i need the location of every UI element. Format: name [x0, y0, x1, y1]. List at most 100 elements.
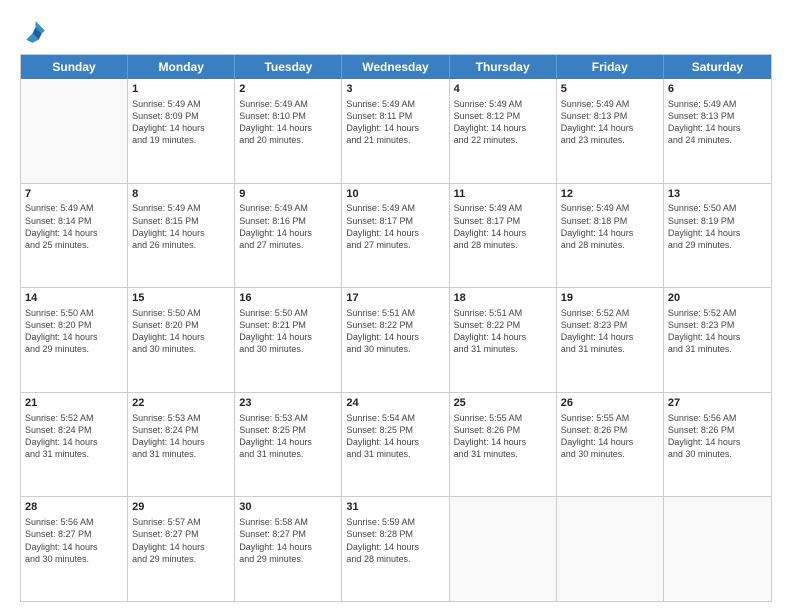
day-number: 9	[239, 187, 337, 202]
cal-cell: 2Sunrise: 5:49 AM Sunset: 8:10 PM Daylig…	[235, 79, 342, 183]
day-info: Sunrise: 5:53 AM Sunset: 8:25 PM Dayligh…	[239, 412, 337, 461]
day-info: Sunrise: 5:49 AM Sunset: 8:13 PM Dayligh…	[561, 98, 659, 147]
cal-cell: 28Sunrise: 5:56 AM Sunset: 8:27 PM Dayli…	[21, 497, 128, 601]
cal-cell	[21, 79, 128, 183]
cal-cell: 20Sunrise: 5:52 AM Sunset: 8:23 PM Dayli…	[664, 288, 771, 392]
day-number: 15	[132, 291, 230, 306]
day-info: Sunrise: 5:49 AM Sunset: 8:17 PM Dayligh…	[454, 202, 552, 251]
day-info: Sunrise: 5:49 AM Sunset: 8:15 PM Dayligh…	[132, 202, 230, 251]
day-number: 17	[346, 291, 444, 306]
day-info: Sunrise: 5:52 AM Sunset: 8:24 PM Dayligh…	[25, 412, 123, 461]
cal-cell	[450, 497, 557, 601]
day-number: 5	[561, 82, 659, 97]
day-info: Sunrise: 5:55 AM Sunset: 8:26 PM Dayligh…	[454, 412, 552, 461]
cal-row-2: 7Sunrise: 5:49 AM Sunset: 8:14 PM Daylig…	[21, 184, 771, 289]
day-info: Sunrise: 5:49 AM Sunset: 8:14 PM Dayligh…	[25, 202, 123, 251]
day-number: 16	[239, 291, 337, 306]
cal-cell: 23Sunrise: 5:53 AM Sunset: 8:25 PM Dayli…	[235, 393, 342, 497]
day-number: 31	[346, 500, 444, 515]
calendar: SundayMondayTuesdayWednesdayThursdayFrid…	[20, 54, 772, 602]
day-number: 26	[561, 396, 659, 411]
day-number: 6	[668, 82, 767, 97]
day-info: Sunrise: 5:49 AM Sunset: 8:09 PM Dayligh…	[132, 98, 230, 147]
day-info: Sunrise: 5:51 AM Sunset: 8:22 PM Dayligh…	[454, 307, 552, 356]
logo-icon	[20, 18, 48, 46]
cal-cell: 29Sunrise: 5:57 AM Sunset: 8:27 PM Dayli…	[128, 497, 235, 601]
day-info: Sunrise: 5:50 AM Sunset: 8:21 PM Dayligh…	[239, 307, 337, 356]
day-number: 20	[668, 291, 767, 306]
cal-cell: 19Sunrise: 5:52 AM Sunset: 8:23 PM Dayli…	[557, 288, 664, 392]
cal-cell	[557, 497, 664, 601]
cal-cell: 31Sunrise: 5:59 AM Sunset: 8:28 PM Dayli…	[342, 497, 449, 601]
day-number: 12	[561, 187, 659, 202]
day-info: Sunrise: 5:59 AM Sunset: 8:28 PM Dayligh…	[346, 516, 444, 565]
cal-cell: 1Sunrise: 5:49 AM Sunset: 8:09 PM Daylig…	[128, 79, 235, 183]
day-number: 27	[668, 396, 767, 411]
cal-cell: 5Sunrise: 5:49 AM Sunset: 8:13 PM Daylig…	[557, 79, 664, 183]
day-number: 30	[239, 500, 337, 515]
calendar-header: SundayMondayTuesdayWednesdayThursdayFrid…	[21, 55, 771, 79]
day-number: 25	[454, 396, 552, 411]
day-info: Sunrise: 5:57 AM Sunset: 8:27 PM Dayligh…	[132, 516, 230, 565]
cal-cell: 22Sunrise: 5:53 AM Sunset: 8:24 PM Dayli…	[128, 393, 235, 497]
header-day-thursday: Thursday	[450, 55, 557, 79]
day-number: 8	[132, 187, 230, 202]
cal-row-4: 21Sunrise: 5:52 AM Sunset: 8:24 PM Dayli…	[21, 393, 771, 498]
cal-row-5: 28Sunrise: 5:56 AM Sunset: 8:27 PM Dayli…	[21, 497, 771, 601]
day-info: Sunrise: 5:49 AM Sunset: 8:13 PM Dayligh…	[668, 98, 767, 147]
logo	[20, 18, 52, 46]
day-info: Sunrise: 5:50 AM Sunset: 8:19 PM Dayligh…	[668, 202, 767, 251]
cal-cell: 9Sunrise: 5:49 AM Sunset: 8:16 PM Daylig…	[235, 184, 342, 288]
cal-cell: 25Sunrise: 5:55 AM Sunset: 8:26 PM Dayli…	[450, 393, 557, 497]
day-number: 11	[454, 187, 552, 202]
day-info: Sunrise: 5:56 AM Sunset: 8:26 PM Dayligh…	[668, 412, 767, 461]
cal-cell: 21Sunrise: 5:52 AM Sunset: 8:24 PM Dayli…	[21, 393, 128, 497]
cal-cell: 4Sunrise: 5:49 AM Sunset: 8:12 PM Daylig…	[450, 79, 557, 183]
day-info: Sunrise: 5:50 AM Sunset: 8:20 PM Dayligh…	[25, 307, 123, 356]
header-day-saturday: Saturday	[664, 55, 771, 79]
cal-row-1: 1Sunrise: 5:49 AM Sunset: 8:09 PM Daylig…	[21, 79, 771, 184]
day-number: 1	[132, 82, 230, 97]
calendar-body: 1Sunrise: 5:49 AM Sunset: 8:09 PM Daylig…	[21, 79, 771, 601]
day-info: Sunrise: 5:49 AM Sunset: 8:17 PM Dayligh…	[346, 202, 444, 251]
cal-cell: 16Sunrise: 5:50 AM Sunset: 8:21 PM Dayli…	[235, 288, 342, 392]
cal-row-3: 14Sunrise: 5:50 AM Sunset: 8:20 PM Dayli…	[21, 288, 771, 393]
cal-cell: 17Sunrise: 5:51 AM Sunset: 8:22 PM Dayli…	[342, 288, 449, 392]
cal-cell: 12Sunrise: 5:49 AM Sunset: 8:18 PM Dayli…	[557, 184, 664, 288]
day-info: Sunrise: 5:56 AM Sunset: 8:27 PM Dayligh…	[25, 516, 123, 565]
day-info: Sunrise: 5:55 AM Sunset: 8:26 PM Dayligh…	[561, 412, 659, 461]
header-day-friday: Friday	[557, 55, 664, 79]
cal-cell: 26Sunrise: 5:55 AM Sunset: 8:26 PM Dayli…	[557, 393, 664, 497]
cal-cell: 18Sunrise: 5:51 AM Sunset: 8:22 PM Dayli…	[450, 288, 557, 392]
cal-cell: 15Sunrise: 5:50 AM Sunset: 8:20 PM Dayli…	[128, 288, 235, 392]
cal-cell: 30Sunrise: 5:58 AM Sunset: 8:27 PM Dayli…	[235, 497, 342, 601]
day-info: Sunrise: 5:49 AM Sunset: 8:16 PM Dayligh…	[239, 202, 337, 251]
day-info: Sunrise: 5:51 AM Sunset: 8:22 PM Dayligh…	[346, 307, 444, 356]
day-number: 14	[25, 291, 123, 306]
cal-cell: 10Sunrise: 5:49 AM Sunset: 8:17 PM Dayli…	[342, 184, 449, 288]
cal-cell: 3Sunrise: 5:49 AM Sunset: 8:11 PM Daylig…	[342, 79, 449, 183]
cal-cell: 8Sunrise: 5:49 AM Sunset: 8:15 PM Daylig…	[128, 184, 235, 288]
day-info: Sunrise: 5:49 AM Sunset: 8:18 PM Dayligh…	[561, 202, 659, 251]
cal-cell: 7Sunrise: 5:49 AM Sunset: 8:14 PM Daylig…	[21, 184, 128, 288]
header	[20, 18, 772, 46]
day-number: 23	[239, 396, 337, 411]
day-number: 22	[132, 396, 230, 411]
cal-cell: 14Sunrise: 5:50 AM Sunset: 8:20 PM Dayli…	[21, 288, 128, 392]
header-day-wednesday: Wednesday	[342, 55, 449, 79]
day-number: 29	[132, 500, 230, 515]
day-info: Sunrise: 5:49 AM Sunset: 8:11 PM Dayligh…	[346, 98, 444, 147]
day-number: 18	[454, 291, 552, 306]
cal-cell	[664, 497, 771, 601]
day-info: Sunrise: 5:52 AM Sunset: 8:23 PM Dayligh…	[561, 307, 659, 356]
day-number: 3	[346, 82, 444, 97]
day-info: Sunrise: 5:49 AM Sunset: 8:12 PM Dayligh…	[454, 98, 552, 147]
day-info: Sunrise: 5:54 AM Sunset: 8:25 PM Dayligh…	[346, 412, 444, 461]
day-number: 24	[346, 396, 444, 411]
day-number: 7	[25, 187, 123, 202]
cal-cell: 13Sunrise: 5:50 AM Sunset: 8:19 PM Dayli…	[664, 184, 771, 288]
day-info: Sunrise: 5:50 AM Sunset: 8:20 PM Dayligh…	[132, 307, 230, 356]
day-info: Sunrise: 5:53 AM Sunset: 8:24 PM Dayligh…	[132, 412, 230, 461]
day-number: 28	[25, 500, 123, 515]
header-day-monday: Monday	[128, 55, 235, 79]
